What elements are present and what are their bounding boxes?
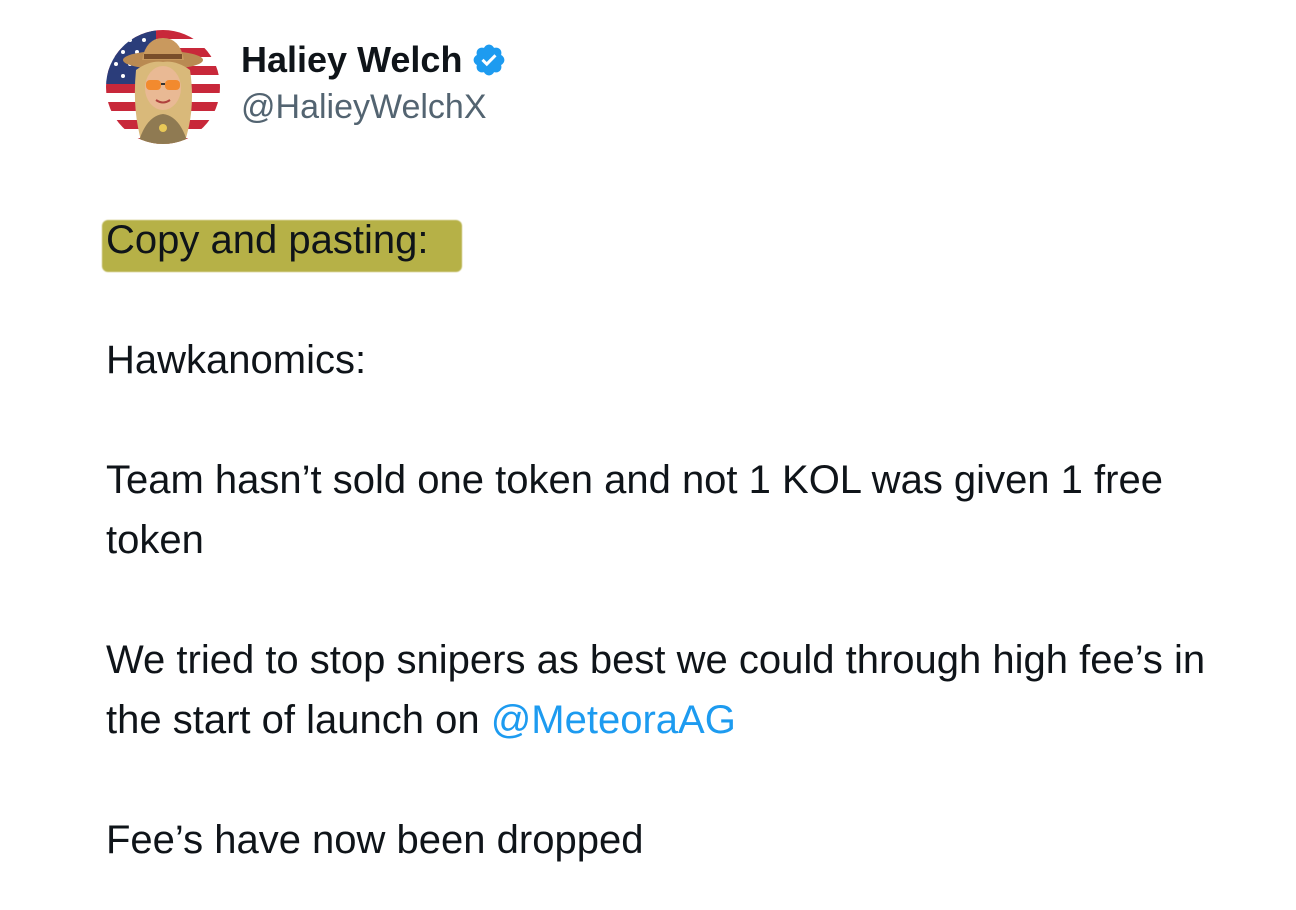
mention-link[interactable]: @MeteoraAG xyxy=(491,698,736,742)
display-name[interactable]: Haliey Welch xyxy=(241,39,462,81)
avatar[interactable] xyxy=(106,30,220,144)
tweet-paragraph-1: Team hasn’t sold one token and not 1 KOL… xyxy=(106,458,1163,562)
highlighted-text: Copy and pasting: xyxy=(106,218,429,262)
avatar-image xyxy=(106,30,220,144)
author-handle[interactable]: @HalieyWelchX xyxy=(241,88,507,127)
verified-badge-icon xyxy=(471,42,507,78)
author-identity: Haliey Welch @HalieyWelchX xyxy=(241,38,507,127)
tweet-paragraph-3: Fee’s have now been dropped xyxy=(106,818,644,862)
name-row: Haliey Welch xyxy=(241,38,507,82)
tweet-heading: Hawkanomics: xyxy=(106,338,367,382)
highlighted-line: Copy and pasting: xyxy=(102,210,462,272)
tweet-text: Copy and pasting: Hawkanomics: Team hasn… xyxy=(102,210,1226,870)
tweet-header: Haliey Welch @HalieyWelchX xyxy=(106,30,507,144)
highlighted-paragraph: Copy and pasting: xyxy=(102,210,1226,272)
tweet-paragraph-2: We tried to stop snipers as best we coul… xyxy=(106,630,1226,750)
